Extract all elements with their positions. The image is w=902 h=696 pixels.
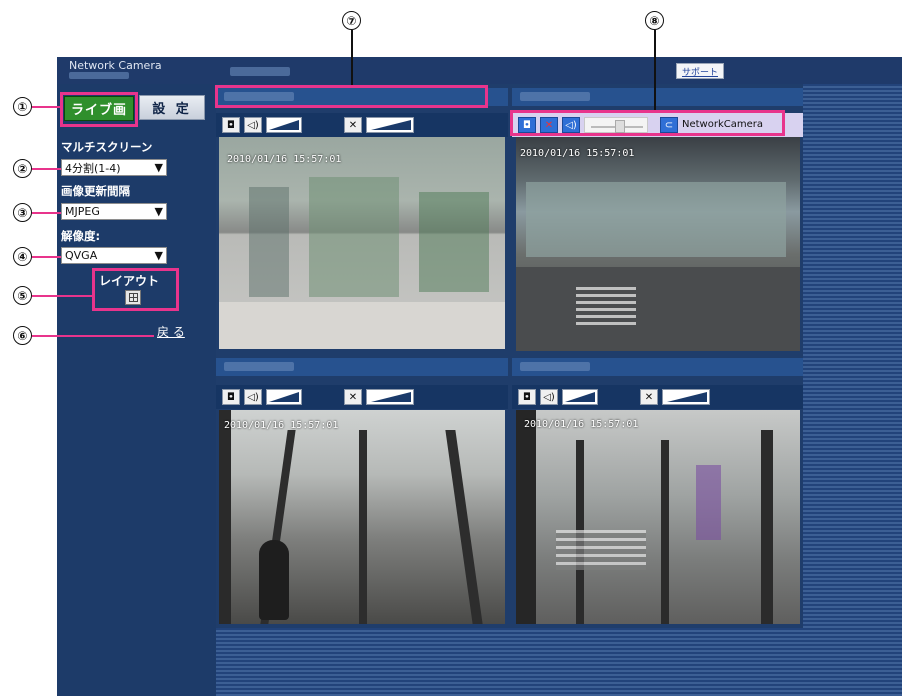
callout-2: ② bbox=[13, 159, 32, 178]
right-background bbox=[803, 84, 902, 696]
snapshot-icon[interactable]: ◘ bbox=[222, 117, 240, 133]
settings-button[interactable]: 設 定 bbox=[139, 95, 205, 120]
callout-5-line bbox=[32, 295, 92, 297]
live-highlight bbox=[60, 92, 138, 127]
camera-model-text bbox=[69, 72, 129, 79]
resolution-value: QVGA bbox=[65, 249, 98, 262]
camera-title-text bbox=[230, 67, 290, 76]
title-bar: Network Camera bbox=[57, 57, 902, 84]
multiscreen-select[interactable]: 4分割(1-4) ▼ bbox=[61, 159, 167, 176]
bottom-background bbox=[216, 628, 803, 696]
mic-volume-slider[interactable] bbox=[366, 389, 414, 405]
mic-volume-slider[interactable] bbox=[662, 389, 710, 405]
volume-slider[interactable] bbox=[562, 389, 598, 405]
chevron-down-icon: ▼ bbox=[154, 161, 163, 174]
mic-volume-slider[interactable] bbox=[366, 117, 414, 133]
volume-slider[interactable] bbox=[266, 117, 302, 133]
camera-2-timestamp: 2010/01/16 15:57:01 bbox=[520, 148, 635, 159]
camera-1-toolbar: ◘ ◁) ✕ bbox=[216, 113, 508, 137]
callout-7: ⑦ bbox=[342, 11, 361, 30]
refresh-value: MJPEG bbox=[65, 205, 100, 218]
snapshot-icon[interactable]: ◘ bbox=[222, 389, 240, 405]
camera-2-video[interactable]: 2010/01/16 15:57:01 bbox=[516, 137, 800, 351]
refresh-select[interactable]: MJPEG ▼ bbox=[61, 203, 167, 220]
callout-7-line bbox=[351, 30, 353, 85]
volume-slider[interactable] bbox=[266, 389, 302, 405]
callout-4: ④ bbox=[13, 247, 32, 266]
camera-4-video[interactable]: 2010/01/16 15:57:01 bbox=[516, 410, 800, 624]
camera-3-title-bar bbox=[216, 358, 508, 376]
mic-mute-icon[interactable]: ✕ bbox=[344, 389, 362, 405]
camera-2-title-bar bbox=[512, 88, 803, 106]
callout-2-line bbox=[32, 168, 61, 170]
chevron-down-icon: ▼ bbox=[154, 249, 163, 262]
camera-1-video[interactable]: 2010/01/16 15:57:01 bbox=[219, 137, 505, 349]
camera-3-timestamp: 2010/01/16 15:57:01 bbox=[224, 420, 339, 431]
mic-mute-icon[interactable]: ✕ bbox=[344, 117, 362, 133]
callout-3-line bbox=[32, 212, 61, 214]
callout-6-line bbox=[32, 335, 154, 337]
multiscreen-value: 4分割(1-4) bbox=[65, 161, 121, 175]
camera-4-timestamp: 2010/01/16 15:57:01 bbox=[524, 419, 639, 430]
camera-toolbar-highlight bbox=[510, 110, 785, 136]
camera-1-timestamp: 2010/01/16 15:57:01 bbox=[227, 154, 342, 165]
speaker-icon[interactable]: ◁) bbox=[540, 389, 558, 405]
callout-4-line bbox=[32, 256, 61, 258]
mic-mute-icon[interactable]: ✕ bbox=[640, 389, 658, 405]
camera-3-video[interactable]: 2010/01/16 15:57:01 bbox=[219, 410, 505, 624]
callout-1: ① bbox=[13, 97, 32, 116]
layout-highlight bbox=[92, 268, 179, 311]
resolution-label: 解像度: bbox=[61, 229, 101, 243]
camera-4-toolbar: ◘ ◁) ✕ bbox=[512, 385, 803, 409]
callout-8: ⑧ bbox=[645, 11, 664, 30]
speaker-icon[interactable]: ◁) bbox=[244, 117, 262, 133]
snapshot-icon[interactable]: ◘ bbox=[518, 389, 536, 405]
resolution-select[interactable]: QVGA ▼ bbox=[61, 247, 167, 264]
callout-5: ⑤ bbox=[13, 286, 32, 305]
back-link[interactable]: 戻 る bbox=[157, 323, 185, 340]
refresh-label: 画像更新間隔 bbox=[61, 184, 130, 198]
callout-3: ③ bbox=[13, 203, 32, 222]
chevron-down-icon: ▼ bbox=[154, 205, 163, 218]
support-button[interactable]: サポート bbox=[676, 63, 724, 79]
camera-3-toolbar: ◘ ◁) ✕ bbox=[216, 385, 508, 409]
speaker-icon[interactable]: ◁) bbox=[244, 389, 262, 405]
app-title: Network Camera bbox=[69, 59, 162, 72]
callout-1-line bbox=[32, 106, 61, 108]
camera-4-title-bar bbox=[512, 358, 803, 376]
camera-title-highlight bbox=[215, 85, 488, 108]
callout-8-line bbox=[654, 30, 656, 110]
multiscreen-label: マルチスクリーン bbox=[61, 140, 153, 154]
callout-6: ⑥ bbox=[13, 326, 32, 345]
